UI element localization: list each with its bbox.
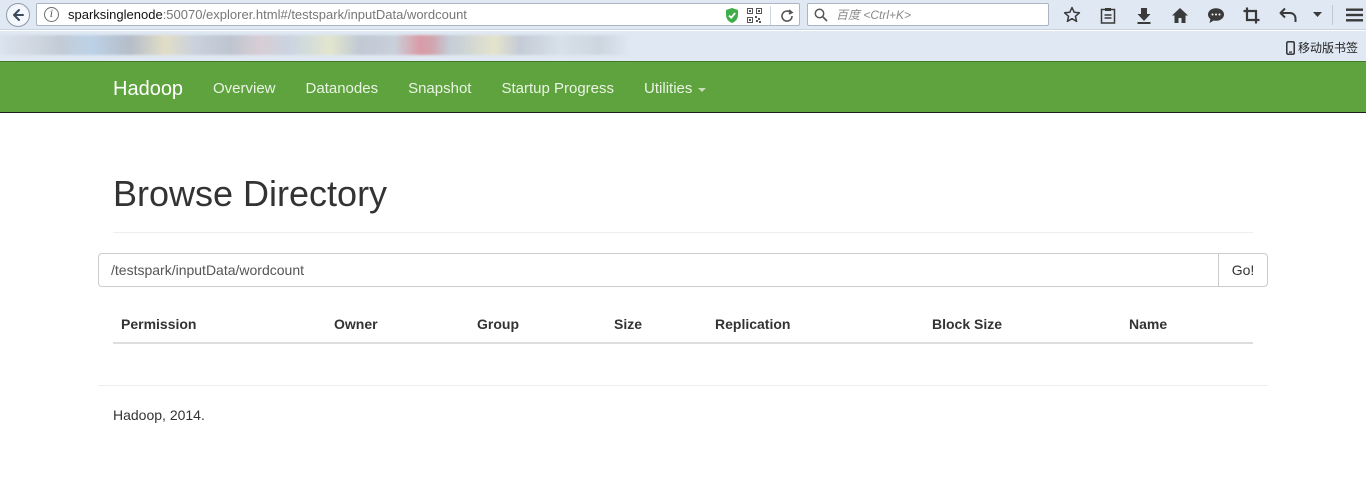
undo-dropdown-button[interactable] — [1310, 4, 1324, 26]
url-bar-divider — [770, 6, 771, 25]
url-text[interactable]: sparksinglenode:50070/explorer.html#/tes… — [68, 7, 467, 22]
mobile-bookmarks-label: 移动版书签 — [1297, 41, 1358, 55]
caret-down-icon — [698, 87, 707, 92]
column-header-owner[interactable]: Owner — [326, 306, 469, 344]
search-bar[interactable]: 百度 <Ctrl+K> — [807, 3, 1049, 26]
hadoop-navbar: Hadoop Overview Datanodes Snapshot Start… — [0, 61, 1366, 113]
path-input-group: Go! — [98, 253, 1268, 287]
nav-item-utilities[interactable]: Utilities — [644, 80, 707, 97]
table-header-row: Permission Owner Group Size Replication … — [113, 306, 1253, 344]
column-header-size[interactable]: Size — [606, 306, 707, 344]
undo-icon — [1279, 7, 1296, 22]
search-icon — [814, 8, 828, 22]
nav-item-overview[interactable]: Overview — [213, 80, 276, 97]
home-icon — [1171, 7, 1188, 23]
undo-button[interactable] — [1274, 4, 1301, 26]
hamburger-menu-icon — [1346, 8, 1363, 22]
url-bar[interactable]: i sparksinglenode:50070/explorer.html#/t… — [36, 3, 800, 26]
reading-list-button[interactable] — [1094, 4, 1121, 26]
back-button[interactable] — [6, 3, 30, 27]
screenshot-button[interactable] — [1238, 4, 1265, 26]
shield-icon[interactable] — [725, 7, 739, 24]
directory-table: Permission Owner Group Size Replication … — [113, 306, 1253, 344]
clipboard-icon — [1100, 7, 1115, 24]
crop-icon — [1243, 7, 1260, 23]
footer-text: Hadoop, 2014. — [113, 407, 205, 423]
column-header-name[interactable]: Name — [1121, 306, 1253, 344]
bookmark-star-button[interactable] — [1058, 4, 1085, 26]
directory-path-input[interactable] — [98, 253, 1218, 287]
home-button[interactable] — [1166, 4, 1193, 26]
column-header-permission[interactable]: Permission — [113, 306, 326, 344]
nav-list: Overview Datanodes Snapshot Startup Prog… — [213, 80, 736, 97]
footer-divider — [98, 385, 1268, 386]
blurred-bookmark-items — [0, 35, 630, 55]
mobile-phone-icon — [1286, 40, 1295, 55]
search-placeholder[interactable]: 百度 <Ctrl+K> — [836, 6, 911, 23]
nav-item-snapshot[interactable]: Snapshot — [408, 80, 471, 97]
bookmarks-bar: 移动版书签 — [0, 31, 1366, 61]
chevron-down-icon — [1312, 12, 1322, 17]
go-button[interactable]: Go! — [1218, 253, 1268, 287]
title-divider — [113, 232, 1253, 233]
column-header-block-size[interactable]: Block Size — [924, 306, 1121, 344]
page-title: Browse Directory — [113, 173, 388, 214]
toolbar-divider — [1332, 5, 1333, 25]
column-header-replication[interactable]: Replication — [707, 306, 924, 344]
mobile-bookmarks-link[interactable]: 移动版书签 — [1286, 39, 1358, 56]
star-icon — [1063, 6, 1080, 23]
menu-button[interactable] — [1341, 4, 1366, 26]
speech-bubble-icon — [1207, 7, 1224, 23]
download-icon — [1137, 7, 1150, 24]
browser-toolbar-icons — [1058, 4, 1366, 26]
arrow-left-icon — [13, 9, 24, 21]
info-icon[interactable]: i — [44, 7, 59, 22]
nav-item-startup-progress[interactable]: Startup Progress — [501, 80, 614, 97]
qr-code-icon[interactable] — [747, 8, 762, 23]
chat-button[interactable] — [1202, 4, 1229, 26]
downloads-button[interactable] — [1130, 4, 1157, 26]
column-header-group[interactable]: Group — [469, 306, 606, 344]
reload-icon[interactable] — [779, 8, 795, 24]
nav-item-datanodes[interactable]: Datanodes — [306, 80, 379, 97]
browser-toolbar: i sparksinglenode:50070/explorer.html#/t… — [0, 0, 1366, 30]
navbar-brand[interactable]: Hadoop — [113, 78, 183, 101]
nav-item-utilities-label: Utilities — [644, 80, 693, 97]
